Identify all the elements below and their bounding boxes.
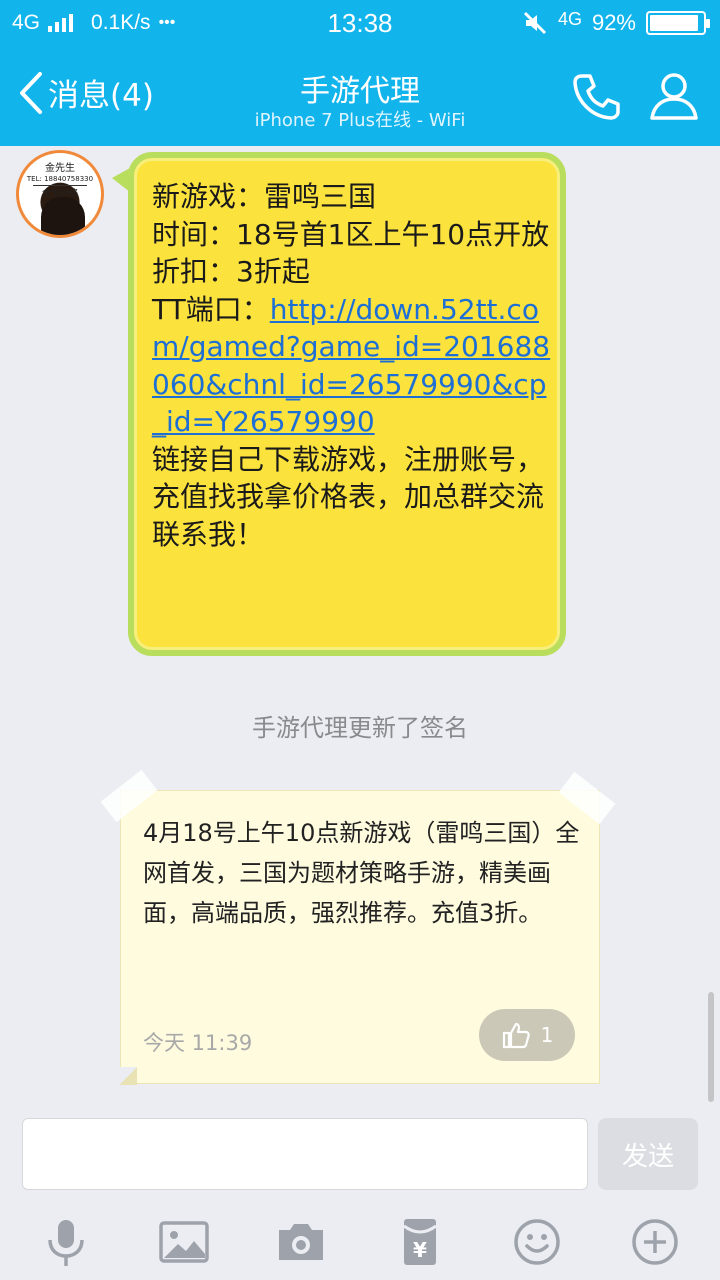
send-button[interactable]: 发送	[598, 1118, 698, 1190]
signature-time: 今天 11:39	[143, 1031, 253, 1055]
network-type-right: 4G	[557, 8, 582, 29]
emoji-icon[interactable]	[509, 1214, 565, 1270]
sender-avatar[interactable]: 金先生 TEL: 18840758330 金戈网络	[16, 150, 104, 238]
message-line: 链接自己下载游戏，注册账号，充值找我拿价格表，加总群交流联系我！	[152, 442, 545, 551]
status-right: 4G 92%	[522, 0, 710, 46]
message-bubble[interactable]: 新游戏：雷鸣三国 时间：18号首1区上午10点开放 折扣：3折起 TT端口：ht…	[112, 152, 566, 656]
camera-icon[interactable]	[273, 1214, 329, 1270]
like-count: 1	[540, 1023, 554, 1047]
message-text: 新游戏：雷鸣三国 时间：18号首1区上午10点开放 折扣：3折起 TT端口：ht…	[152, 178, 552, 553]
image-icon[interactable]	[156, 1214, 212, 1270]
red-packet-icon[interactable]: ¥	[392, 1214, 448, 1270]
message-line: 折扣：3折起	[152, 255, 310, 288]
page-curl	[119, 1067, 137, 1085]
message-line: 时间：18号首1区上午10点开放	[152, 217, 550, 251]
chat-header: 消息(4) 手游代理 iPhone 7 Plus在线 - WiFi	[0, 46, 720, 146]
message-input[interactable]	[22, 1118, 588, 1190]
status-bar: 4G 0.1K/s ••• 13:38 4G 92%	[0, 0, 720, 46]
battery-icon	[646, 11, 710, 35]
red-packet-symbol: ¥	[413, 1238, 427, 1262]
avatar-name: 金先生	[45, 163, 75, 174]
phone-icon[interactable]	[568, 68, 624, 124]
message-port-line: TT端口：http://down.52tt.com/gamed?game_id=…	[152, 291, 552, 441]
battery-percent: 92%	[591, 10, 636, 35]
message-line: 新游戏：雷鸣三国	[152, 180, 377, 213]
mute-icon	[523, 11, 546, 35]
input-toolbar: ¥	[0, 1208, 720, 1280]
thumbs-up-icon	[502, 1022, 530, 1049]
like-button[interactable]: 1	[479, 1009, 575, 1061]
port-label: TT端口：	[152, 292, 270, 326]
signature-text: 4月18号上午10点新游戏（雷鸣三国）全网首发，三国为题材策略手游，精美画面，高…	[143, 819, 580, 927]
avatar-figure	[41, 197, 85, 235]
signature-card[interactable]: 4月18号上午10点新游戏（雷鸣三国）全网首发，三国为题材策略手游，精美画面，高…	[100, 769, 616, 1085]
battery-fill	[650, 15, 698, 31]
profile-icon[interactable]	[646, 68, 702, 124]
microphone-icon[interactable]	[38, 1214, 94, 1270]
avatar-tel: TEL: 18840758330	[26, 175, 94, 183]
plus-icon[interactable]	[627, 1214, 683, 1270]
scrollbar[interactable]	[708, 992, 714, 1102]
system-note: 手游代理更新了签名	[252, 714, 468, 742]
